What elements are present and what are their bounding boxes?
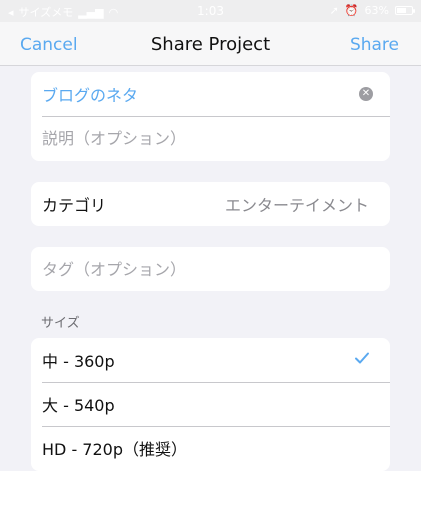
title-input[interactable] xyxy=(42,84,332,104)
title-description-card: ✕ xyxy=(31,72,390,161)
checkmark-icon xyxy=(355,352,369,364)
category-row[interactable]: カテゴリ エンターテイメント xyxy=(31,182,390,226)
bottom-area xyxy=(0,471,421,512)
share-button[interactable]: Share xyxy=(350,35,399,55)
size-option-label: 大 - 540p xyxy=(42,396,115,415)
category-card[interactable]: カテゴリ エンターテイメント xyxy=(31,182,390,226)
size-options-card: 中 - 360p 大 - 540p HD - 720p（推奨） xyxy=(31,338,390,471)
title-row[interactable]: ✕ xyxy=(31,72,390,116)
description-row[interactable] xyxy=(31,116,390,160)
description-input[interactable] xyxy=(42,128,362,148)
tag-card xyxy=(31,247,390,291)
nav-bar: Cancel Share Project Share xyxy=(0,22,421,66)
category-label: カテゴリ xyxy=(42,196,107,215)
size-option-720p[interactable]: HD - 720p（推奨） xyxy=(31,426,390,470)
size-section-label: サイズ xyxy=(41,316,80,331)
location-icon: ➚ xyxy=(329,4,339,17)
category-value: エンターテイメント xyxy=(224,196,369,215)
size-option-label: 中 - 360p xyxy=(42,352,115,371)
size-option-label: HD - 720p（推奨） xyxy=(42,440,187,459)
battery-percent: 63% xyxy=(364,4,389,17)
clear-text-icon[interactable]: ✕ xyxy=(359,87,373,101)
tag-row[interactable] xyxy=(31,247,390,291)
status-right: ➚ ⏰ 63% xyxy=(329,4,415,17)
status-bar: ◂ サイズメモ ▂▄▆ ◠ 1:03 ➚ ⏰ 63% xyxy=(0,0,421,22)
size-option-540p[interactable]: 大 - 540p xyxy=(31,382,390,426)
battery-icon xyxy=(395,6,415,15)
size-option-360p[interactable]: 中 - 360p xyxy=(31,338,390,382)
alarm-icon: ⏰ xyxy=(344,4,359,17)
tag-input[interactable] xyxy=(42,259,362,279)
